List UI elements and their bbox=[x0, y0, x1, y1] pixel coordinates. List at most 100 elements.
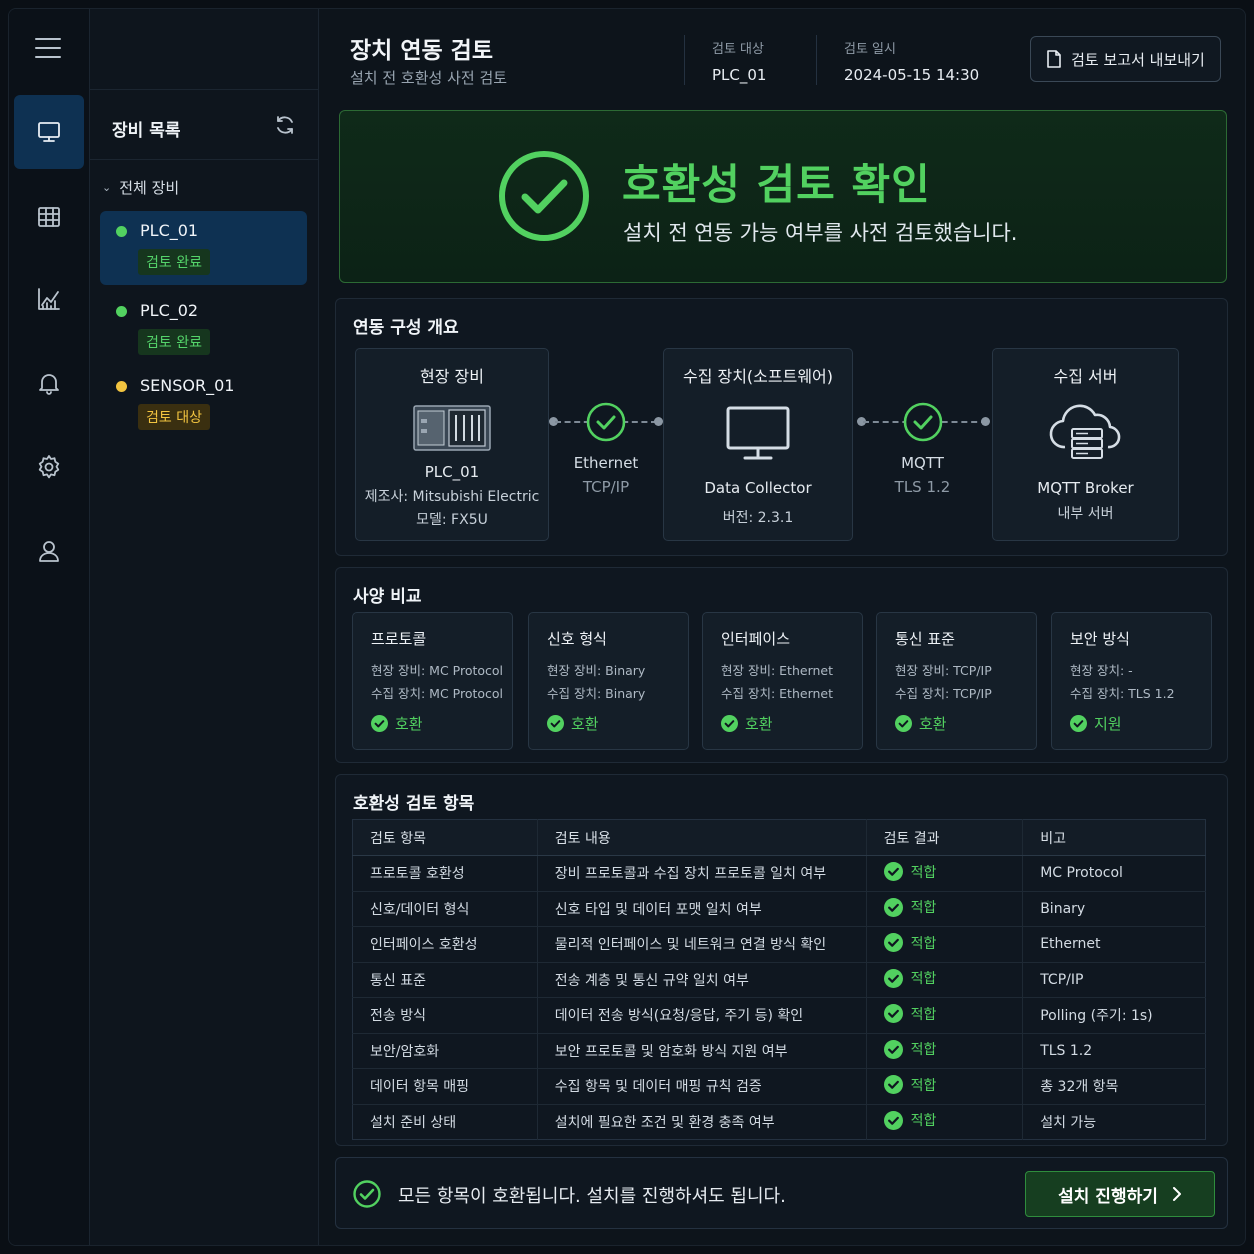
node-model: 모델: FX5U bbox=[416, 512, 488, 528]
check-result: 적합 bbox=[865, 1104, 1023, 1140]
link-security: TLS 1.2 bbox=[894, 478, 951, 496]
refresh-button[interactable] bbox=[274, 114, 296, 136]
node-version: 버전: 2.3.1 bbox=[722, 510, 794, 526]
nav-chart-button[interactable] bbox=[14, 262, 84, 336]
link-protocol: Ethernet bbox=[573, 454, 639, 472]
table-row: 보안/암호화 보안 프로토콜 및 암호화 방식 지원 여부 적합 TLS 1.2 bbox=[352, 1033, 1206, 1069]
check-result: 적합 bbox=[865, 997, 1023, 1034]
gear-icon bbox=[38, 455, 60, 479]
spec-result: 호환 bbox=[547, 713, 599, 734]
chevron-right-icon bbox=[1172, 1187, 1181, 1201]
result-label: 적합 bbox=[910, 1077, 937, 1094]
status-badge: 검토 완료 bbox=[138, 249, 210, 275]
status-badge: 검토 대상 bbox=[138, 404, 210, 430]
review-target-value: PLC_01 bbox=[712, 66, 767, 84]
check-circle-icon bbox=[353, 1180, 381, 1208]
result-badge: 적합 bbox=[883, 1110, 937, 1130]
node-title: 수집 서버 bbox=[1053, 367, 1118, 386]
compatibility-banner: 호환성 검토 확인 설치 전 연동 가능 여부를 사전 검토했습니다. bbox=[339, 110, 1227, 283]
check-note: Ethernet bbox=[1022, 926, 1206, 963]
check-description: 수집 항목 및 데이터 매핑 규칙 검증 bbox=[536, 1068, 867, 1105]
page-title: 장치 연동 검토 bbox=[350, 38, 493, 64]
export-report-button[interactable]: 검토 보고서 내보내기 bbox=[1030, 36, 1221, 82]
review-date-value: 2024-05-15 14:30 bbox=[844, 66, 980, 84]
spec-interface: 인터페이스 현장 장비: Ethernet 수집 장치: Ethernet 호환 bbox=[702, 612, 863, 750]
device-list-header: 장비 목록 bbox=[90, 90, 318, 160]
check-description: 물리적 인터페이스 및 네트워크 연결 방식 확인 bbox=[536, 926, 867, 963]
result-badge: 적합 bbox=[883, 897, 937, 917]
cloud-server-icon bbox=[1049, 404, 1120, 459]
check-circle-icon bbox=[547, 715, 564, 732]
banner-subtitle: 설치 전 연동 가능 여부를 사전 검토했습니다. bbox=[623, 221, 1018, 245]
spec-field-value: 현장 장치: - bbox=[1070, 663, 1133, 678]
status-badge: 검토 완료 bbox=[138, 329, 210, 355]
chevron-down-icon: ⌄ bbox=[102, 181, 112, 194]
user-icon bbox=[39, 541, 59, 562]
check-circle-icon bbox=[895, 715, 912, 732]
device-item-plc-02[interactable]: PLC_02 검토 완료 bbox=[100, 291, 307, 365]
collector-node[interactable]: 수집 장치(소프트웨어) Data Collector 버전: 2.3.1 bbox=[663, 348, 853, 541]
check-note: 총 32개 항목 bbox=[1022, 1068, 1206, 1105]
link-protocol: MQTT bbox=[901, 454, 944, 472]
proceed-install-label: 설치 진행하기 bbox=[1058, 1186, 1158, 1207]
device-group-all[interactable]: ⌄ 전체 장비 bbox=[102, 177, 179, 198]
document-icon bbox=[1047, 50, 1061, 68]
spec-collector-value: 수집 장치: Binary bbox=[547, 686, 646, 701]
result-label: 적합 bbox=[910, 900, 937, 916]
node-name: Data Collector bbox=[704, 479, 812, 497]
nav-alerts-button[interactable] bbox=[14, 346, 84, 420]
nav-devices-button[interactable] bbox=[14, 95, 84, 169]
spec-field-value: 현장 장비: MC Protocol bbox=[371, 663, 504, 678]
spec-field-value: 현장 장비: Binary bbox=[547, 663, 646, 678]
check-result: 적합 bbox=[865, 962, 1023, 998]
review-target-label: 검토 대상 bbox=[712, 42, 764, 57]
node-maker: 제조사: Mitsubishi Electric bbox=[364, 489, 540, 505]
hamburger-menu-icon[interactable] bbox=[35, 37, 61, 59]
device-list-title: 장비 목록 bbox=[112, 121, 181, 141]
table-row: 인터페이스 호환성 물리적 인터페이스 및 네트워크 연결 방식 확인 적합 Ethe… bbox=[352, 926, 1206, 963]
field-device-node[interactable]: 현장 장비 PLC_01 제조사: Mitsubishi Electric 모델… bbox=[355, 348, 549, 541]
column-header: 검토 내용 bbox=[536, 819, 867, 856]
device-item-plc-01[interactable]: PLC_01 검토 완료 bbox=[100, 211, 307, 285]
check-note: TCP/IP bbox=[1022, 962, 1206, 998]
result-label: 적합 bbox=[910, 1113, 937, 1129]
check-item: 전송 방식 bbox=[352, 997, 538, 1034]
result-badge: 적합 bbox=[883, 968, 936, 988]
nav-account-button[interactable] bbox=[14, 514, 84, 588]
node-desc: 내부 서버 bbox=[1057, 506, 1114, 522]
review-date-label: 검토 일시 bbox=[844, 42, 896, 57]
nav-settings-button[interactable] bbox=[14, 430, 84, 504]
link-ethernet: Ethernet TCP/IP bbox=[549, 348, 663, 541]
column-header: 비고 bbox=[1022, 819, 1206, 856]
check-item: 통신 표준 bbox=[352, 962, 538, 998]
check-circle-icon bbox=[883, 968, 903, 988]
spec-field-value: 현장 장비: TCP/IP bbox=[895, 663, 992, 678]
table-row: 데이터 항목 매핑 수집 항목 및 데이터 매핑 규칙 검증 적합 총 32개 항목 bbox=[352, 1068, 1206, 1105]
check-result: 적합 bbox=[865, 1033, 1023, 1069]
result-badge: 적합 bbox=[883, 933, 936, 953]
nav-table-button[interactable] bbox=[14, 180, 84, 254]
device-item-sensor-01[interactable]: SENSOR_01 검토 대상 bbox=[100, 366, 307, 440]
check-circle-icon bbox=[903, 402, 942, 442]
check-note: TLS 1.2 bbox=[1022, 1033, 1206, 1069]
summary-message: 모든 항목이 호환됩니다. 설치를 진행하셔도 됩니다. bbox=[398, 1186, 786, 1207]
monitor-icon bbox=[38, 122, 60, 142]
check-circle-icon bbox=[883, 1004, 903, 1023]
result-label: 적합 bbox=[910, 864, 937, 881]
check-note: 설치 가능 bbox=[1022, 1104, 1206, 1140]
result-badge: 적합 bbox=[883, 1039, 936, 1059]
check-circle-icon bbox=[883, 897, 903, 917]
check-circle-icon bbox=[883, 933, 903, 952]
proceed-install-button[interactable]: 설치 진행하기 bbox=[1025, 1171, 1215, 1217]
check-circle-icon bbox=[1070, 715, 1087, 732]
checklist-table: 검토 항목 검토 내용 검토 결과 비고 프로토콜 호환성 장비 프로토콜과 수집… bbox=[352, 819, 1206, 1140]
table-row: 통신 표준 전송 계층 및 통신 규약 일치 여부 적합 TCP/IP bbox=[352, 962, 1206, 998]
table-row: 설치 준비 상태 설치에 필요한 조건 및 환경 충족 여부 적합 설치 가능 bbox=[353, 1104, 1206, 1140]
refresh-icon bbox=[277, 116, 293, 134]
table-row: 프로토콜 호환성 장비 프로토콜과 수집 장치 프로토콜 일치 여부 적합 MC Pr… bbox=[352, 855, 1206, 892]
server-node[interactable]: 수집 서버 MQTT Broker 내부 서버 bbox=[992, 348, 1179, 541]
spec-collector-value: 수집 장치: TCP/IP bbox=[895, 686, 992, 701]
table-row: 신호/데이터 형식 신호 타입 및 데이터 포맷 일치 여부 적합 Binary bbox=[352, 891, 1206, 927]
node-name: PLC_01 bbox=[424, 463, 480, 481]
line-chart-icon bbox=[38, 288, 60, 310]
